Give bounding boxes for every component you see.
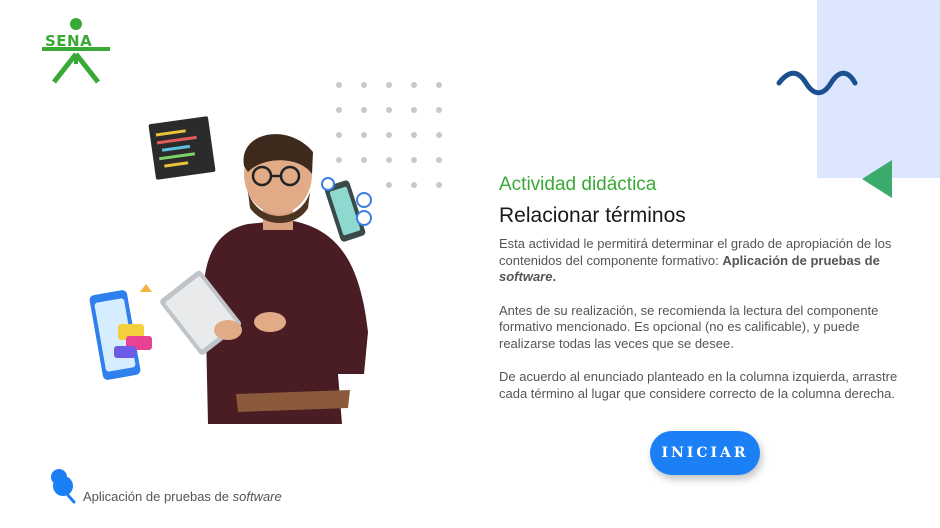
page-title: Relacionar términos [499,204,686,227]
decor-dot [411,182,417,188]
chat-phone-icon [89,284,152,380]
decor-dot [336,82,342,88]
decor-dot [436,157,442,163]
decor-dot [386,82,392,88]
decor-dot [436,107,442,113]
recommendation-paragraph: Antes de su realización, se recomienda l… [499,302,879,351]
decor-dot [411,82,417,88]
course-footer: Aplicación de pruebas de software [48,468,368,506]
code-window-icon [148,116,216,180]
sena-logo: SENA [40,18,112,84]
activity-type-label: Actividad didáctica [499,174,657,195]
start-button[interactable]: INICIAR [650,431,760,475]
instructions-paragraph: De acuerdo al enunciado planteado en la … [499,369,898,401]
decor-dot [436,82,442,88]
decor-dot [411,132,417,138]
course-name: Aplicación de pruebas de software [83,489,282,504]
decor-dot [411,157,417,163]
decor-dot [411,107,417,113]
man-tablet-illustration [89,116,372,424]
logo-text: SENA [45,32,93,50]
decor-dot [361,82,367,88]
phone-icon [321,177,372,242]
sena-logo-icon [42,18,110,84]
decor-dot [436,182,442,188]
decor-dot [436,132,442,138]
wave-icon [776,70,858,96]
intro-paragraph: Esta actividad le permitirá determinar e… [499,236,899,286]
activity-description: Actividad didáctica Relacionar términos … [499,174,899,402]
pushpin-icon [51,469,76,504]
